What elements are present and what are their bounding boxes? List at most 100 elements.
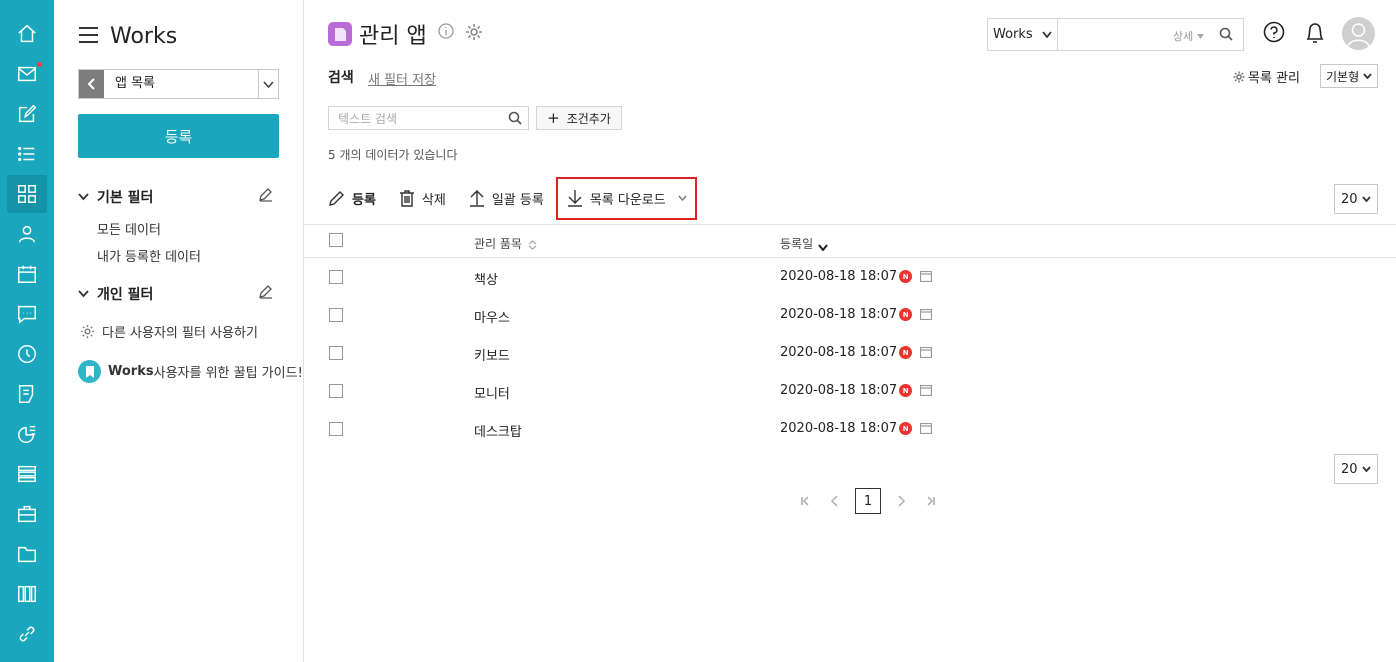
home-icon[interactable] <box>7 15 47 53</box>
personal-filter-header[interactable]: 개인 필터 <box>78 284 153 304</box>
row-checkbox[interactable] <box>329 308 343 322</box>
folder-icon[interactable] <box>7 535 47 573</box>
row-checkbox[interactable] <box>329 346 343 360</box>
chevron-down-icon[interactable] <box>678 195 687 201</box>
row-item[interactable]: 책상 <box>474 269 498 288</box>
open-new-window-icon[interactable] <box>920 346 933 359</box>
library-icon[interactable] <box>7 575 47 613</box>
delete-button[interactable]: 삭제 <box>398 178 446 218</box>
last-page-icon[interactable] <box>925 495 937 507</box>
toolbar-register-button[interactable]: 등록 <box>328 178 376 218</box>
clock-icon[interactable] <box>7 335 47 373</box>
search-icon[interactable] <box>508 111 522 128</box>
help-icon[interactable] <box>1263 21 1285 43</box>
row-checkbox[interactable] <box>329 384 343 398</box>
search-detail-label: 상세 <box>1173 30 1194 43</box>
tips-guide-link[interactable]: Works 사용자를 위한 꿀팁 가이드! <box>78 360 303 383</box>
register-button[interactable]: 등록 <box>78 114 279 158</box>
next-page-icon[interactable] <box>895 495 907 507</box>
contacts-icon[interactable] <box>7 215 47 253</box>
guide-text: 사용자를 위한 꿀팁 가이드! <box>153 366 303 381</box>
column-header-date[interactable]: 등록일 <box>780 235 828 252</box>
personal-filter-title: 개인 필터 <box>97 287 154 303</box>
open-new-window-icon[interactable] <box>920 270 933 283</box>
use-other-filter-link[interactable]: 다른 사용자의 필터 사용하기 <box>80 322 258 341</box>
table-row[interactable]: 모니터 2020-08-18 18:07 N <box>304 372 1396 410</box>
filter-my-data[interactable]: 내가 등록한 데이터 <box>97 246 201 265</box>
column-header-item[interactable]: 관리 품목 <box>474 235 537 252</box>
chevron-down-icon <box>78 193 89 201</box>
board-icon[interactable] <box>7 375 47 413</box>
link-icon[interactable] <box>7 615 47 653</box>
chevron-down-icon <box>1042 31 1052 38</box>
chat-icon[interactable] <box>7 295 47 333</box>
report-chart-icon[interactable] <box>7 415 47 453</box>
task-list-icon[interactable] <box>7 135 47 173</box>
info-icon[interactable] <box>438 23 454 39</box>
app-list-select[interactable]: 앱 목록 <box>78 69 279 99</box>
current-page[interactable]: 1 <box>855 488 881 514</box>
select-all-checkbox[interactable] <box>329 233 343 247</box>
sidebar-app-title: Works <box>110 24 178 49</box>
open-new-window-icon[interactable] <box>920 384 933 397</box>
new-badge: N <box>899 422 913 435</box>
gear-icon[interactable] <box>465 23 483 41</box>
list-manage-button[interactable]: 목록 관리 <box>1233 67 1300 86</box>
row-item[interactable]: 키보드 <box>474 345 510 364</box>
avatar[interactable] <box>1342 17 1375 50</box>
prev-page-icon[interactable] <box>829 495 841 507</box>
save-new-filter-link[interactable]: 새 필터 저장 <box>368 69 436 88</box>
row-item[interactable]: 데스크탑 <box>474 421 522 440</box>
main-content: 관리 앱 Works 상세 검색 새 필터 저장 목록 관리 기본형 텍스트 검… <box>304 0 1396 662</box>
compose-icon[interactable] <box>7 95 47 133</box>
apps-grid-icon[interactable] <box>7 175 47 213</box>
pencil-icon[interactable] <box>258 284 273 299</box>
search-scope-select[interactable]: Works <box>988 19 1058 50</box>
open-new-window-icon[interactable] <box>920 308 933 321</box>
trash-icon <box>399 190 414 207</box>
basic-filter-header[interactable]: 기본 필터 <box>78 187 153 207</box>
list-stack-icon[interactable] <box>7 455 47 493</box>
table-row[interactable]: 마우스 2020-08-18 18:07 N <box>304 296 1396 334</box>
gear-icon <box>80 324 95 339</box>
row-date: 2020-08-18 18:07 <box>780 307 898 322</box>
text-search-input[interactable]: 텍스트 검색 <box>328 106 529 130</box>
row-checkbox[interactable] <box>329 422 343 436</box>
list-download-button[interactable]: 목록 다운로드 <box>555 176 697 220</box>
table-row[interactable]: 책상 2020-08-18 18:07 N <box>304 258 1396 296</box>
sort-desc-icon[interactable] <box>818 240 828 252</box>
row-item[interactable]: 마우스 <box>474 307 510 326</box>
add-condition-button[interactable]: + 조건추가 <box>536 106 622 130</box>
table-row[interactable]: 키보드 2020-08-18 18:07 N <box>304 334 1396 372</box>
bulk-register-button[interactable]: 일괄 등록 <box>468 178 544 218</box>
page-size-value: 20 <box>1341 461 1358 477</box>
search-detail-toggle[interactable]: 상세 <box>1173 28 1205 44</box>
chevron-down-icon[interactable] <box>258 70 278 98</box>
open-new-window-icon[interactable] <box>920 422 933 435</box>
chevron-left-icon[interactable] <box>79 70 104 98</box>
briefcase-icon[interactable] <box>7 495 47 533</box>
mail-icon[interactable] <box>7 55 47 93</box>
row-date: 2020-08-18 18:07 <box>780 383 898 398</box>
sort-icon[interactable] <box>528 239 537 250</box>
page-size-select-top[interactable]: 20 <box>1334 184 1378 214</box>
bell-icon[interactable] <box>1304 21 1326 45</box>
upload-arrow-icon <box>469 190 484 207</box>
calendar-icon[interactable] <box>7 255 47 293</box>
filter-all-data[interactable]: 모든 데이터 <box>97 219 161 238</box>
first-page-icon[interactable] <box>799 495 811 507</box>
search-icon[interactable] <box>1219 27 1233 41</box>
bookmark-icon <box>78 360 101 383</box>
view-type-value: 기본형 <box>1326 69 1360 84</box>
view-type-select[interactable]: 기본형 <box>1320 64 1378 88</box>
menu-icon[interactable] <box>79 27 98 43</box>
row-checkbox[interactable] <box>329 270 343 284</box>
pencil-icon[interactable] <box>258 187 273 202</box>
basic-filter-title: 기본 필터 <box>97 190 154 206</box>
row-item[interactable]: 모니터 <box>474 383 510 402</box>
row-date-cell: 2020-08-18 18:07 N <box>780 269 933 284</box>
list-download-label: 목록 다운로드 <box>589 192 666 208</box>
page-size-select-bottom[interactable]: 20 <box>1334 454 1378 484</box>
table-row[interactable]: 데스크탑 2020-08-18 18:07 N <box>304 410 1396 448</box>
row-date: 2020-08-18 18:07 <box>780 269 898 284</box>
